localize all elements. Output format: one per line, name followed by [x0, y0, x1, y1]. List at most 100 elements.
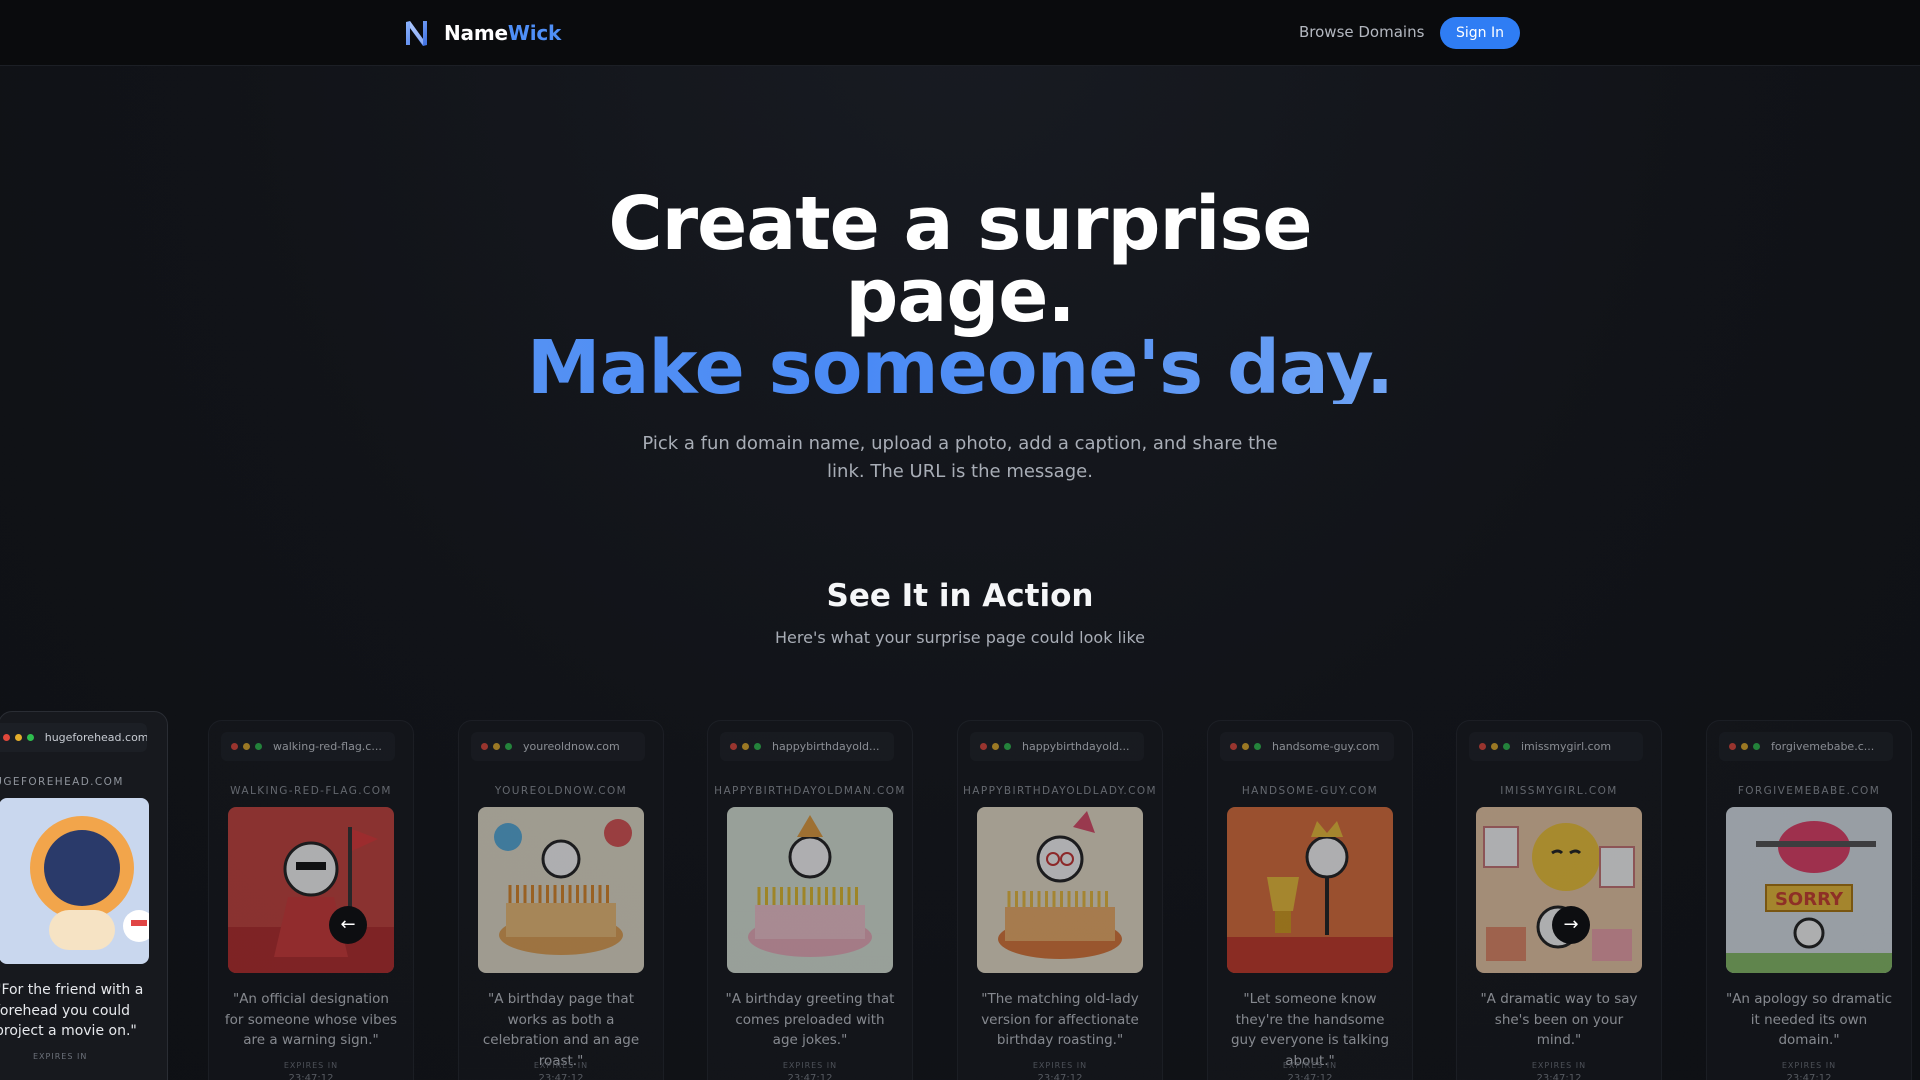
showcase-card[interactable]: happybirthdayold... HAPPYBIRTHDAYOLDLADY.… [957, 720, 1163, 1080]
card-caption: "A dramatic way to say she's been on you… [1480, 991, 1638, 1048]
card-photo [977, 807, 1143, 973]
card-domain: YOUREOLDNOW.COM [494, 785, 628, 797]
showcase-subtitle: Here's what your surprise page could loo… [775, 628, 1145, 647]
card-caption: "A birthday greeting that comes preloade… [725, 991, 895, 1048]
card-domain: WALKING-RED-FLAG.COM [230, 785, 392, 797]
window-dot-icon [481, 743, 488, 750]
card-url: happybirthdayold... [1022, 740, 1130, 753]
card-caption: "Let someone know they're the handsome g… [1230, 991, 1390, 1069]
browser-url-bar: forgivemebabe.c... [1719, 732, 1893, 761]
showcase-card[interactable]: hugeforehead.com HUGEFOREHEAD.COM "For the… [0, 711, 168, 1080]
showcase-card[interactable]: youreoldnow.com YOUREOLDNOW.COM "A birthda… [458, 720, 664, 1080]
arrow-left-icon: ← [340, 914, 356, 935]
card-caption: "A birthday page that works as both a ce… [482, 991, 640, 1069]
card-photo: SORRY [1726, 807, 1892, 973]
card-timer: 23:47:12 [787, 1073, 833, 1080]
showcase-card[interactable]: forgivemebabe.c... FORGIVEMEBABE.COM SORRY… [1706, 720, 1912, 1080]
hero-title-line-2: page. [845, 253, 1075, 339]
browser-url-bar: happybirthdayold... [720, 732, 894, 761]
card-expires-label: EXPIRES IN [1032, 1061, 1088, 1070]
browser-url-bar: hugeforehead.com [0, 723, 147, 752]
window-dot-icon [1242, 743, 1249, 750]
card-expires-label: EXPIRES IN [782, 1061, 838, 1070]
card-expires-label: EXPIRES IN [283, 1061, 339, 1070]
card-url: youreoldnow.com [523, 740, 620, 753]
card-timer: 23:47:12 [288, 1073, 334, 1080]
window-dot-icon [231, 743, 238, 750]
namewick-logo-icon [406, 21, 427, 46]
carousel-next-button[interactable]: → [1552, 906, 1590, 944]
svg-text:SORRY: SORRY [1775, 889, 1844, 910]
brand-name: NameWick [444, 21, 562, 45]
window-dot-icon [1254, 743, 1261, 750]
hero-title: Create a surprise page. Make someone's d… [0, 181, 1920, 405]
card-domain: FORGIVEMEBABE.COM [1737, 785, 1881, 797]
window-dot-icon [754, 743, 761, 750]
card-photo [1227, 807, 1393, 973]
window-dot-icon [1741, 743, 1748, 750]
window-dot-icon [1004, 743, 1011, 750]
logo[interactable]: NameWick [404, 19, 561, 47]
card-domain: HAPPYBIRTHDAYOLDMAN.COM [714, 785, 906, 797]
arrow-right-icon: → [1563, 914, 1579, 935]
showcase-card[interactable]: handsome-guy.com HANDSOME-GUY.COM "Let som… [1207, 720, 1413, 1080]
card-photo [228, 807, 394, 973]
card-domain: IMISSMYGIRL.COM [1500, 785, 1618, 797]
card-expires-label: EXPIRES IN [33, 1052, 88, 1061]
hero-section: Create a surprise page. Make someone's d… [0, 181, 1920, 486]
card-timer: 23:47:12 [538, 1073, 584, 1080]
card-url: walking-red-flag.c... [273, 740, 382, 753]
carousel-prev-button[interactable]: ← [329, 906, 367, 944]
window-dot-icon [505, 743, 512, 750]
card-url: happybirthdayold... [772, 740, 880, 753]
card-timer: 23:47:12 [1037, 1073, 1083, 1080]
hero-subtitle: Pick a fun domain name, upload a photo, … [642, 433, 1278, 482]
hero-title-line-3: Make someone's day. [0, 331, 1920, 405]
window-dot-icon [255, 743, 262, 750]
window-dot-icon [742, 743, 749, 750]
card-expires-label: EXPIRES IN [1531, 1061, 1587, 1070]
window-dot-icon [1491, 743, 1498, 750]
card-timer: 23:47:12 [1287, 1073, 1333, 1080]
showcase-card[interactable]: imissmygirl.com IMISSMYGIRL.COM "A dramati… [1456, 720, 1662, 1080]
card-timer: 23:47:12 [1536, 1073, 1582, 1080]
hero-title-line-1: Create a surprise [608, 181, 1312, 267]
window-dot-icon [1503, 743, 1510, 750]
card-url: handsome-guy.com [1272, 740, 1380, 753]
card-caption: "An apology so dramatic it needed its ow… [1725, 991, 1893, 1048]
window-dot-icon [243, 743, 250, 750]
card-photo [1476, 807, 1642, 973]
top-navbar: NameWick Browse Domains Sign In [0, 0, 1920, 66]
browser-url-bar: happybirthdayold... [970, 732, 1144, 761]
window-dot-icon [730, 743, 737, 750]
card-caption: "For the friend with a forehead you coul… [0, 982, 144, 1039]
sign-in-button[interactable]: Sign In [1440, 17, 1520, 49]
window-dot-icon [26, 734, 34, 741]
showcase-card[interactable]: walking-red-flag.c... WALKING-RED-FLAG.CO… [208, 720, 414, 1080]
window-dot-icon [980, 743, 987, 750]
window-dot-icon [1479, 743, 1486, 750]
browser-url-bar: walking-red-flag.c... [221, 732, 395, 761]
card-photo [727, 807, 893, 973]
browser-url-bar: youreoldnow.com [471, 732, 645, 761]
card-url: hugeforehead.com [44, 731, 148, 744]
card-timer: 23:47:12 [1786, 1073, 1832, 1080]
window-dot-icon [3, 734, 10, 741]
showcase-title: See It in Action [826, 578, 1094, 614]
browse-domains-link[interactable]: Browse Domains [1299, 23, 1424, 41]
browser-url-bar: handsome-guy.com [1220, 732, 1394, 761]
window-dot-icon [992, 743, 999, 750]
card-expires-label: EXPIRES IN [533, 1061, 589, 1070]
card-photo [0, 798, 149, 964]
card-url: imissmygirl.com [1521, 740, 1612, 753]
window-dot-icon [1230, 743, 1237, 750]
window-dot-icon [1729, 743, 1736, 750]
card-domain: HUGEFOREHEAD.COM [0, 776, 124, 788]
card-photo [478, 807, 644, 973]
window-dot-icon [493, 743, 500, 750]
showcase-card[interactable]: happybirthdayold... HAPPYBIRTHDAYOLDMAN.C… [707, 720, 913, 1080]
card-expires-label: EXPIRES IN [1781, 1061, 1837, 1070]
card-domain: HAPPYBIRTHDAYOLDLADY.COM [962, 785, 1158, 797]
card-caption: "The matching old-lady version for affec… [981, 991, 1139, 1048]
card-expires-label: EXPIRES IN [1282, 1061, 1338, 1070]
